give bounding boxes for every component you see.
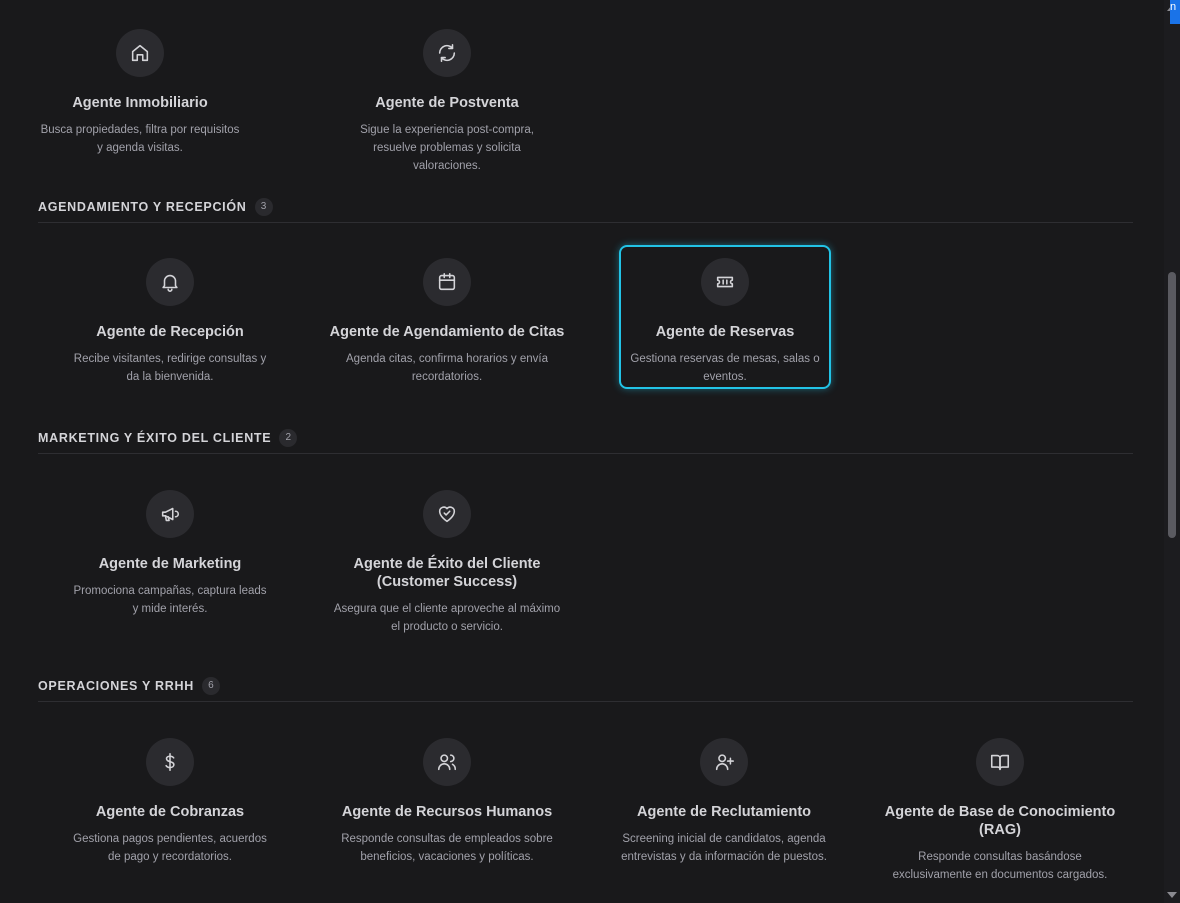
section-operaciones: OPERACIONES Y RRHH 6 — [38, 670, 1133, 702]
section-header: OPERACIONES Y RRHH 6 — [38, 670, 1133, 702]
card-title: Agente de Éxito del Cliente (Customer Su… — [353, 556, 541, 590]
section-marketing: MARKETING Y ÉXITO DEL CLIENTE 2 — [38, 422, 1133, 454]
refresh-icon — [423, 29, 471, 77]
dollar-icon — [146, 738, 194, 786]
card-title: Agente de Base de Conocimiento (RAG) — [884, 804, 1116, 838]
card-title: Agente de Cobranzas — [95, 804, 245, 820]
card-agente-reservas[interactable]: Agente de Reservas Gestiona reservas de … — [619, 245, 831, 389]
card-title: Agente de Recursos Humanos — [341, 804, 553, 820]
home-icon — [116, 29, 164, 77]
card-description: Promociona campañas, captura leads y mid… — [73, 585, 267, 615]
section-title: OPERACIONES Y RRHH — [38, 678, 194, 693]
card-description: Responde consultas de empleados sobre be… — [341, 833, 553, 863]
card-description: Asegura que el cliente aproveche al máxi… — [333, 603, 561, 633]
card-agente-cobranzas[interactable]: Agente de Cobranzas Gestiona pagos pendi… — [64, 736, 276, 868]
bell-icon — [146, 258, 194, 306]
card-agente-base-conocimiento[interactable]: Agente de Base de Conocimiento (RAG) Res… — [880, 736, 1120, 886]
section-agendamiento: AGENDAMIENTO Y RECEPCIÓN 3 — [38, 191, 1133, 223]
card-agente-exito-cliente[interactable]: Agente de Éxito del Cliente (Customer Su… — [327, 488, 567, 638]
book-open-icon — [976, 738, 1024, 786]
card-title: Agente de Agendamiento de Citas — [329, 324, 565, 340]
card-description: Sigue la experiencia post-compra, resuel… — [360, 124, 534, 172]
card-agente-agendamiento-citas[interactable]: Agente de Agendamiento de Citas Agenda c… — [327, 246, 567, 388]
card-title: Agente de Reservas — [655, 324, 795, 340]
card-description: Gestiona pagos pendientes, acuerdos de p… — [73, 833, 267, 863]
card-agente-reclutamiento[interactable]: Agente de Reclutamiento Screening inicia… — [611, 736, 837, 868]
card-description: Responde consultas basándose exclusivame… — [892, 851, 1108, 881]
card-agente-postventa[interactable]: Agente de Postventa Sigue la experiencia… — [341, 27, 553, 177]
section-count-badge: 6 — [201, 676, 220, 695]
card-description: Gestiona reservas de mesas, salas o even… — [630, 353, 820, 383]
calendar-icon — [423, 258, 471, 306]
card-description: Busca propiedades, filtra por requisitos… — [40, 124, 240, 154]
scroll-down-arrow-icon[interactable] — [1167, 892, 1177, 898]
card-title: Agente de Recepción — [96, 324, 244, 340]
card-agente-recepcion[interactable]: Agente de Recepción Recibe visitantes, r… — [64, 246, 276, 388]
user-plus-icon — [700, 738, 748, 786]
heart-handshake-icon — [423, 490, 471, 538]
ticket-icon — [701, 258, 749, 306]
section-title: AGENDAMIENTO Y RECEPCIÓN — [38, 199, 247, 214]
card-description: Screening inicial de candidatos, agenda … — [621, 833, 827, 863]
section-header: AGENDAMIENTO Y RECEPCIÓN 3 — [38, 191, 1133, 223]
megaphone-icon — [146, 490, 194, 538]
card-title: Agente de Marketing — [98, 556, 242, 572]
corner-tab[interactable]: n — [1170, 0, 1180, 24]
card-description: Recibe visitantes, redirige consultas y … — [73, 353, 267, 383]
card-title: Agente de Reclutamiento — [636, 804, 812, 820]
card-description: Agenda citas, confirma horarios y envía … — [346, 353, 548, 383]
vertical-scrollbar[interactable] — [1164, 0, 1180, 903]
section-count-badge: 2 — [279, 428, 298, 447]
section-title: MARKETING Y ÉXITO DEL CLIENTE — [38, 430, 272, 445]
section-header: MARKETING Y ÉXITO DEL CLIENTE 2 — [38, 422, 1133, 454]
card-agente-recursos-humanos[interactable]: Agente de Recursos Humanos Responde cons… — [327, 736, 567, 868]
users-icon — [423, 738, 471, 786]
card-agente-marketing[interactable]: Agente de Marketing Promociona campañas,… — [64, 488, 276, 620]
card-agente-inmobiliario[interactable]: Agente Inmobiliario Busca propiedades, f… — [34, 27, 246, 159]
card-title: Agente de Postventa — [375, 95, 519, 111]
section-count-badge: 3 — [254, 197, 273, 216]
card-title: Agente Inmobiliario — [72, 95, 208, 111]
scroll-thumb[interactable] — [1168, 272, 1176, 538]
